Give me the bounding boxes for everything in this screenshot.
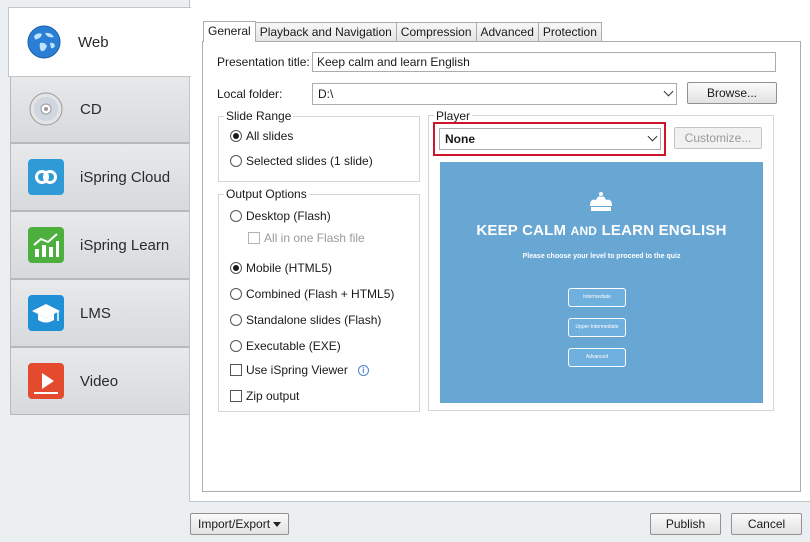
chevron-down-icon[interactable]: [663, 86, 674, 97]
checkbox-label: Zip output: [246, 389, 300, 403]
radio-label: Selected slides (1 slide): [246, 154, 373, 168]
radio-all-slides[interactable]: All slides: [230, 129, 293, 143]
preview-title: KEEP CALM AND LEARN ENGLISH: [440, 222, 763, 239]
player-preview: KEEP CALM AND LEARN ENGLISH Please choos…: [440, 162, 763, 403]
radio-label: Mobile (HTML5): [246, 261, 333, 275]
sidebar-item-cd[interactable]: CD: [10, 75, 190, 143]
cd-icon: [28, 91, 64, 127]
checkbox-all-in-one-flash[interactable]: All in one Flash file: [248, 231, 365, 245]
checkbox-use-ispring-viewer[interactable]: Use iSpring Viewer i: [230, 363, 369, 377]
sidebar-item-label: Web: [78, 33, 109, 51]
radio-label: Desktop (Flash): [246, 209, 331, 223]
sidebar-item-label: iSpring Learn: [80, 236, 170, 254]
local-folder-value: D:\: [318, 87, 334, 101]
radio-indicator: [230, 340, 242, 352]
presentation-title-label: Presentation title:: [217, 55, 310, 69]
info-icon[interactable]: i: [357, 364, 369, 376]
customize-button[interactable]: Customize...: [674, 127, 762, 149]
publish-button[interactable]: Publish: [650, 513, 721, 535]
output-options-group: Output Options: [218, 187, 420, 412]
checkbox-indicator: [230, 364, 242, 376]
radio-indicator: [230, 314, 242, 326]
preview-level-button: Upper-Intermediate: [568, 318, 626, 337]
sidebar-item-ispring-learn[interactable]: iSpring Learn: [10, 211, 190, 279]
browse-button[interactable]: Browse...: [687, 82, 777, 104]
checkbox-label: All in one Flash file: [264, 231, 365, 245]
checkbox-indicator: [248, 232, 260, 244]
local-folder-label: Local folder:: [217, 87, 283, 101]
checkbox-zip-output[interactable]: Zip output: [230, 389, 299, 403]
radio-label: Executable (EXE): [246, 339, 341, 353]
tab-advanced[interactable]: Advanced: [475, 22, 539, 42]
preview-level-button: Advanced: [568, 348, 626, 367]
preview-level-button: Intermediate: [568, 288, 626, 307]
preview-title-part2: AND: [570, 224, 598, 238]
sidebar-item-label: LMS: [80, 304, 111, 322]
slide-range-group: Slide Range: [218, 109, 420, 182]
cloud-link-icon: [28, 159, 64, 195]
checkbox-indicator: [230, 390, 242, 402]
radio-combined[interactable]: Combined (Flash + HTML5): [230, 287, 394, 301]
radio-indicator: [230, 210, 242, 222]
radio-executable[interactable]: Executable (EXE): [230, 339, 341, 353]
import-export-button[interactable]: Import/Export: [190, 513, 289, 535]
player-title: Player: [434, 109, 473, 123]
tab-playback-navigation[interactable]: Playback and Navigation: [254, 22, 397, 42]
radio-indicator: [230, 262, 242, 274]
output-options-title: Output Options: [224, 187, 309, 201]
cancel-button[interactable]: Cancel: [731, 513, 802, 535]
preview-subtitle: Please choose your level to proceed to t…: [522, 253, 681, 260]
globe-icon: [26, 24, 62, 60]
slide-range-title: Slide Range: [224, 109, 294, 123]
radio-desktop-flash[interactable]: Desktop (Flash): [230, 209, 331, 223]
radio-indicator: [230, 288, 242, 300]
local-folder-combo[interactable]: D:\: [312, 83, 677, 105]
radio-label: Combined (Flash + HTML5): [246, 287, 395, 301]
chart-growth-icon: [28, 227, 64, 263]
sidebar-item-video[interactable]: Video: [10, 347, 190, 415]
sidebar-item-label: CD: [80, 100, 102, 118]
preview-title-part1: KEEP CALM: [476, 222, 567, 239]
radio-mobile-html5[interactable]: Mobile (HTML5): [230, 261, 332, 275]
crown-icon: [590, 192, 612, 211]
radio-indicator: [230, 155, 242, 167]
import-export-label: Import/Export: [198, 517, 271, 531]
sidebar: Web CD iSpring Cloud iSpring Learn LMS V…: [0, 0, 191, 542]
tab-compression[interactable]: Compression: [395, 22, 477, 42]
sidebar-item-label: Video: [80, 372, 119, 390]
tab-general[interactable]: General: [203, 21, 256, 42]
radio-label: Standalone slides (Flash): [246, 313, 382, 327]
radio-standalone-slides[interactable]: Standalone slides (Flash): [230, 313, 381, 327]
tab-bar: General Playback and Navigation Compress…: [203, 21, 602, 42]
tab-protection[interactable]: Protection: [537, 22, 602, 42]
radio-indicator: [230, 130, 242, 142]
sidebar-item-ispring-cloud[interactable]: iSpring Cloud: [10, 143, 190, 211]
presentation-title-input[interactable]: Keep calm and learn English: [312, 52, 776, 72]
preview-title-part3: LEARN ENGLISH: [601, 222, 727, 239]
radio-selected-slides[interactable]: Selected slides (1 slide): [230, 154, 373, 168]
sidebar-item-web[interactable]: Web: [8, 7, 191, 77]
graduation-cap-icon: [28, 295, 64, 331]
radio-label: All slides: [246, 129, 294, 143]
highlight-annotation: [433, 122, 666, 156]
sidebar-item-lms[interactable]: LMS: [10, 279, 190, 347]
sidebar-item-label: iSpring Cloud: [80, 168, 171, 186]
checkbox-label: Use iSpring Viewer: [246, 363, 348, 377]
play-icon: [28, 363, 64, 399]
chevron-down-icon: [273, 522, 281, 527]
